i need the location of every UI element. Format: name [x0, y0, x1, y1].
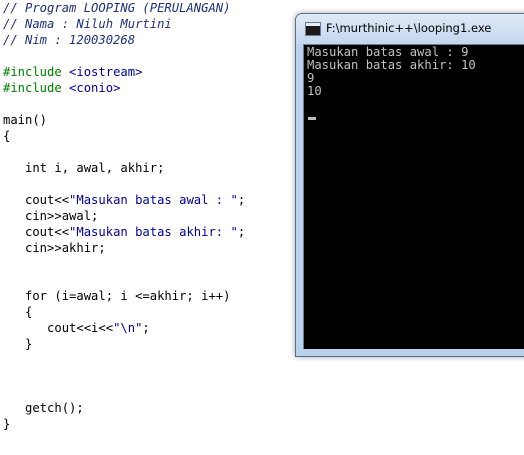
code-line: int i, awal, akhir; [3, 160, 164, 176]
code-line: cin>>awal; [3, 208, 98, 224]
code-token: main() [3, 113, 48, 127]
code-line: cin>>akhir; [3, 240, 106, 256]
code-token: } [3, 417, 11, 431]
code-token: ; [237, 193, 246, 207]
code-token: for (i=awal; i <=akhir; i++) [3, 289, 231, 303]
console-line: 9 [307, 71, 315, 85]
code-token: // Program LOOPING (PERULANGAN) [3, 1, 231, 15]
console-line: 10 [307, 84, 322, 98]
code-token: int i, awal, akhir; [3, 161, 165, 175]
code-line: { [3, 304, 32, 320]
console-app-icon [305, 22, 321, 36]
console-cursor [308, 117, 316, 120]
code-line: { [3, 128, 10, 144]
code-token: cout<< [3, 193, 70, 207]
code-token: // Nim : 120030268 [3, 33, 136, 47]
code-line: // Nama : Niluh Murtini [3, 16, 172, 32]
code-token: ; [237, 225, 246, 239]
code-line: for (i=awal; i <=akhir; i++) [3, 288, 230, 304]
code-token: "\n" [113, 321, 143, 335]
code-line: } [3, 336, 32, 352]
code-token: } [3, 337, 33, 351]
code-token: #include [3, 81, 70, 95]
code-token: <conio> [69, 81, 121, 95]
code-line: cout<<i<<"\n"; [3, 320, 150, 336]
code-token: { [3, 129, 11, 143]
console-line: Masukan batas awal : 9 [307, 45, 469, 59]
code-line: // Nim : 120030268 [3, 32, 135, 48]
code-token: getch(); [3, 401, 84, 415]
code-token: cout<< [3, 225, 70, 239]
code-line: #include <conio> [3, 80, 120, 96]
code-line: getch(); [3, 400, 84, 416]
code-token: <iostream> [69, 65, 143, 79]
code-token: "Masukan batas akhir: " [69, 225, 238, 239]
console-line: Masukan batas akhir: 10 [307, 58, 476, 72]
console-window[interactable]: F:\murthinic++\looping1.exe Masukan bata… [295, 13, 524, 357]
code-token: #include [3, 65, 70, 79]
code-line: } [3, 416, 10, 432]
code-token: cout<<i<< [3, 321, 114, 335]
code-line: main() [3, 112, 47, 128]
code-token: "Masukan batas awal : " [69, 193, 238, 207]
console-titlebar[interactable]: F:\murthinic++\looping1.exe [296, 14, 524, 44]
code-token: { [3, 305, 33, 319]
code-line: // Program LOOPING (PERULANGAN) [3, 0, 230, 16]
console-title: F:\murthinic++\looping1.exe [326, 21, 492, 35]
code-line: cout<<"Masukan batas awal : "; [3, 192, 245, 208]
code-token: cin>>akhir; [3, 241, 106, 255]
code-token: cin>>awal; [3, 209, 99, 223]
console-output[interactable]: Masukan batas awal : 9 Masukan batas akh… [303, 44, 524, 349]
code-token: // Nama : Niluh Murtini [3, 17, 172, 31]
code-line: #include <iostream> [3, 64, 142, 80]
code-line: cout<<"Masukan batas akhir: "; [3, 224, 245, 240]
code-token: ; [142, 321, 150, 335]
